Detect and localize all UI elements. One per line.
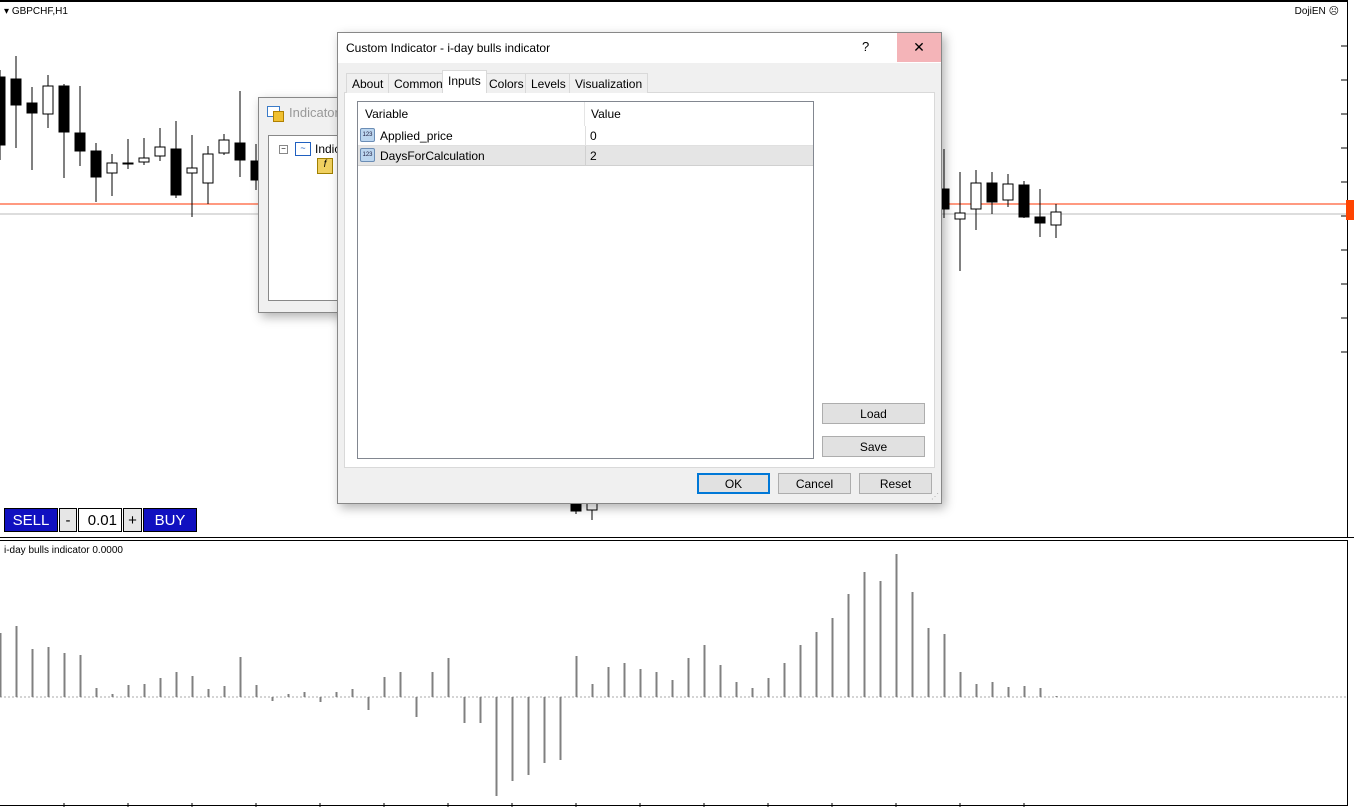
variable-name: DaysForCalculation (380, 149, 485, 163)
candle (122, 139, 134, 169)
indicator-subwindow[interactable]: i-day bulls indicator 0.0000 (0, 540, 1348, 807)
integer-param-icon: 123 (360, 128, 375, 142)
candle (186, 135, 198, 217)
candle-body (186, 167, 198, 174)
candle-body (234, 142, 246, 161)
candle (0, 70, 6, 160)
table-row[interactable]: 123 Applied_price 0 (358, 126, 813, 146)
candle (1050, 204, 1062, 238)
collapse-icon[interactable]: − (279, 145, 288, 154)
column-header-value[interactable]: Value (585, 102, 813, 126)
candle (42, 75, 54, 128)
candle-body (42, 85, 54, 115)
candle (138, 138, 150, 165)
sad-face-icon: ☹ (1328, 6, 1339, 17)
table-row[interactable]: 123 DaysForCalculation 2 (358, 146, 813, 166)
candle-body (106, 162, 118, 174)
candle-body (26, 102, 38, 114)
value-field[interactable]: 2 (585, 146, 813, 166)
candle-body (154, 146, 166, 157)
variable-name: Applied_price (380, 129, 453, 143)
lot-decrease-button[interactable]: - (59, 508, 77, 532)
candle (202, 146, 214, 204)
dialog-title: Custom Indicator - i-day bulls indicator (346, 41, 551, 55)
candle-body (954, 212, 966, 220)
close-button[interactable]: ✕ (897, 33, 941, 62)
help-button[interactable]: ? (862, 39, 869, 54)
candle (234, 91, 246, 177)
candle (170, 121, 182, 198)
candle-body (1002, 183, 1014, 201)
custom-indicator-dialog: Custom Indicator - i-day bulls indicator… (337, 32, 942, 504)
candle (58, 84, 70, 178)
candle-body (170, 148, 182, 196)
window-separator[interactable] (0, 537, 1354, 538)
save-button[interactable]: Save (822, 436, 925, 457)
cancel-button[interactable]: Cancel (778, 473, 851, 494)
candle (986, 172, 998, 214)
candle (1018, 181, 1030, 218)
sell-button[interactable]: SELL (4, 508, 58, 532)
candle-body (90, 150, 102, 178)
resize-grip-icon[interactable]: ⋰ (931, 492, 939, 501)
candle-body (58, 85, 70, 133)
tab-about[interactable]: About (346, 73, 390, 93)
indicators-icon (267, 106, 285, 122)
custom-indicator-icon: f (317, 158, 333, 174)
indicator-label: i-day bulls indicator 0.0000 (4, 545, 123, 556)
tab-levels[interactable]: Levels (525, 73, 572, 93)
candle-body (0, 76, 6, 146)
candle-body (202, 153, 214, 184)
candle-body (218, 139, 230, 154)
candle (74, 86, 86, 166)
candle-body (138, 157, 150, 163)
candle (26, 87, 38, 170)
dropdown-icon: ▾ (4, 6, 12, 17)
bid-price-marker (1346, 200, 1354, 220)
candle-body (1034, 216, 1046, 224)
column-header-variable[interactable]: Variable (358, 102, 585, 126)
candle-body (10, 78, 22, 106)
candle-body (1050, 211, 1062, 226)
symbol-label[interactable]: ▾ GBPCHF,H1 (4, 6, 68, 17)
candle (10, 56, 22, 148)
candle (954, 172, 966, 271)
value-field[interactable]: 0 (585, 126, 813, 146)
candle (218, 134, 230, 155)
indicator-chart-icon: ~ (295, 142, 311, 156)
tab-common[interactable]: Common (388, 73, 449, 93)
tab-visualization[interactable]: Visualization (569, 73, 649, 93)
expert-label: DojiEN ☹ (1294, 6, 1339, 17)
candle (1034, 189, 1046, 237)
tab-inputs[interactable]: Inputs (442, 70, 487, 93)
tab-colors[interactable]: Colors (483, 73, 530, 93)
candle (154, 128, 166, 161)
lot-size-input[interactable]: 0.01 (78, 508, 122, 532)
candle-body (970, 182, 982, 210)
price-axis (1346, 2, 1354, 540)
indicators-tree: − ~ Indic f i (268, 135, 348, 301)
inputs-panel: Variable Value 123 Applied_price 0 123 D… (344, 92, 935, 468)
integer-param-icon: 123 (360, 148, 375, 162)
candle (106, 154, 118, 196)
candle-body (986, 182, 998, 203)
lot-increase-button[interactable]: + (123, 508, 142, 532)
candle-body (74, 132, 86, 152)
candle-body (122, 162, 134, 165)
candle-body (1018, 184, 1030, 218)
load-button[interactable]: Load (822, 403, 925, 424)
buy-button[interactable]: BUY (143, 508, 197, 532)
candle (970, 170, 982, 230)
candle (90, 143, 102, 202)
indicators-window: Indicators − ~ Indic f i (258, 97, 348, 313)
inputs-table: Variable Value 123 Applied_price 0 123 D… (357, 101, 814, 459)
histogram-chart (0, 554, 1348, 807)
reset-button[interactable]: Reset (859, 473, 932, 494)
candle (1002, 174, 1014, 207)
ok-button[interactable]: OK (697, 473, 770, 494)
